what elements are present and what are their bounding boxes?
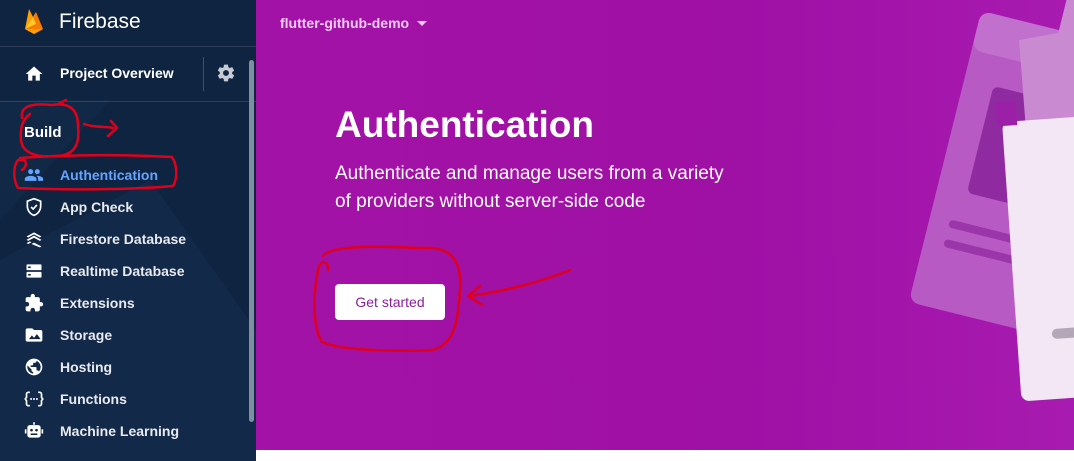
firebase-logo-icon	[25, 9, 43, 34]
sidebar: Firebase Project Overview Build Authenti…	[0, 0, 256, 461]
section-label-build: Build	[24, 124, 62, 141]
project-name: flutter-github-demo	[280, 15, 410, 31]
project-overview-link[interactable]: Project Overview	[60, 65, 174, 81]
sidebar-item-app-check[interactable]: App Check	[0, 191, 248, 223]
sidebar-item-authentication[interactable]: Authentication	[0, 159, 248, 191]
sidebar-item-label: Firestore Database	[60, 231, 187, 247]
auth-hero-banner: flutter-github-demo Authentication Authe…	[256, 0, 1074, 450]
gear-icon[interactable]	[216, 63, 236, 83]
sidebar-item-label: Realtime Database	[60, 263, 185, 279]
get-started-button[interactable]: Get started	[335, 284, 445, 320]
main-content: flutter-github-demo Authentication Authe…	[256, 0, 1074, 461]
divider	[0, 101, 256, 102]
sidebar-item-extensions[interactable]: Extensions	[0, 287, 248, 319]
page-title: Authentication	[335, 104, 594, 145]
project-overview-row: Project Overview	[0, 47, 248, 101]
sidebar-item-machine-learning[interactable]: Machine Learning	[0, 415, 248, 447]
project-selector[interactable]: flutter-github-demo	[280, 15, 428, 31]
sidebar-item-label: App Check	[60, 199, 134, 215]
database-icon	[26, 264, 42, 278]
sidebar-item-label: Hosting	[60, 359, 113, 375]
sidebar-item-storage[interactable]: Storage	[0, 319, 248, 351]
home-icon[interactable]	[24, 64, 44, 84]
page-description: Authenticate and manage users from a var…	[335, 163, 724, 212]
people-icon	[24, 169, 44, 181]
sidebar-item-label: Authentication	[60, 167, 158, 183]
brand[interactable]: Firebase	[0, 0, 256, 46]
sidebar-item-label: Machine Learning	[60, 423, 180, 439]
folder-icon	[25, 328, 43, 342]
sidebar-item-label: Functions	[60, 391, 127, 407]
globe-icon	[25, 358, 43, 376]
robot-icon	[24, 422, 44, 438]
id-badge-illustration	[910, 0, 1074, 401]
sidebar-item-hosting[interactable]: Hosting	[0, 351, 248, 383]
divider	[203, 57, 204, 91]
shield-icon	[26, 197, 42, 217]
sidebar-item-functions[interactable]: Functions	[0, 383, 248, 415]
sidebar-item-label: Storage	[60, 327, 113, 343]
puzzle-icon	[25, 293, 44, 312]
sidebar-item-firestore-database[interactable]: Firestore Database	[0, 223, 248, 255]
sidebar-item-label: Extensions	[60, 295, 135, 311]
sidebar-scrollbar-thumb[interactable]	[249, 60, 254, 422]
functions-icon	[24, 391, 44, 407]
firestore-icon	[26, 232, 42, 248]
chevron-down-icon	[417, 20, 428, 26]
brand-name: Firebase	[59, 10, 141, 33]
sidebar-item-realtime-database[interactable]: Realtime Database	[0, 255, 248, 287]
